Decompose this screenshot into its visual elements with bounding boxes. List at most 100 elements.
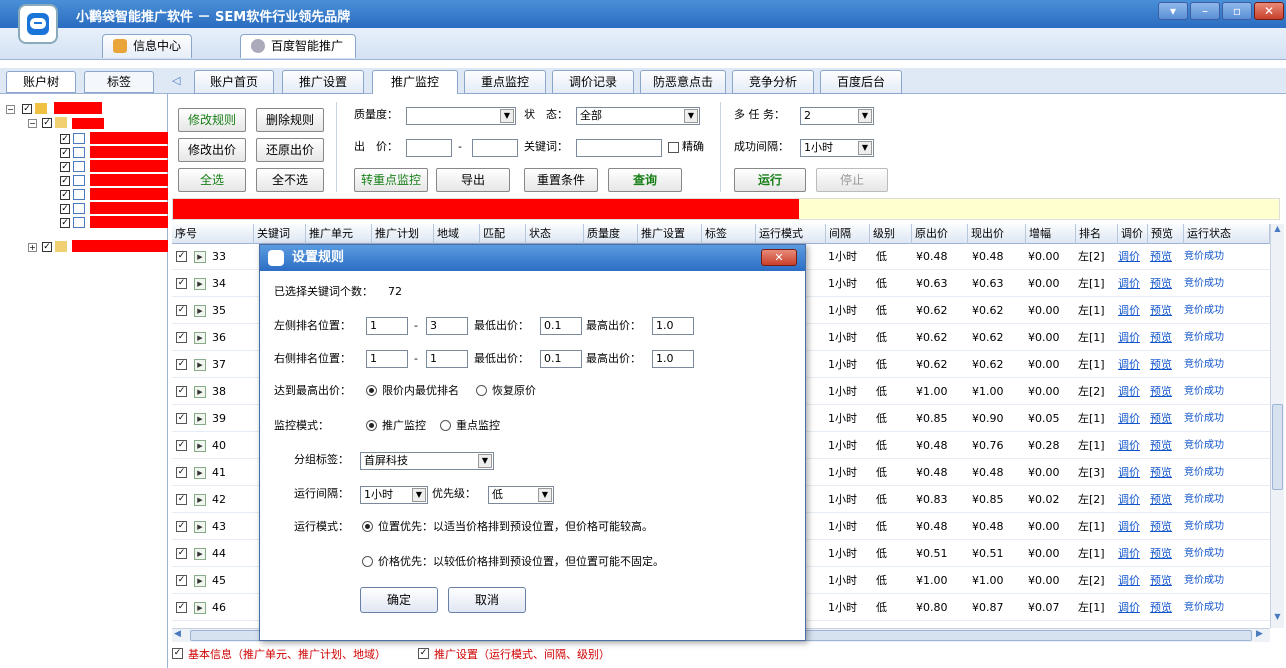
ok-button[interactable]: 确定 (360, 587, 438, 613)
scroll-left-icon[interactable]: ◀ (174, 629, 186, 642)
column-header[interactable]: 标签 (702, 224, 756, 244)
tree-checkbox[interactable]: ✓ (60, 162, 70, 172)
collapse-left-icon[interactable]: ◁ (172, 74, 184, 87)
tree-checkbox[interactable]: ✓ (60, 134, 70, 144)
adjust-link[interactable]: 调价 (1118, 244, 1140, 270)
preview-link[interactable]: 预览 (1150, 487, 1172, 513)
row-expand-icon[interactable]: ▶ (194, 413, 206, 425)
column-header[interactable]: 推广计划 (372, 224, 434, 244)
row-checkbox[interactable]: ✓ (176, 359, 187, 370)
row-expand-icon[interactable]: ▶ (194, 305, 206, 317)
tree-collapse-icon[interactable]: − (6, 105, 15, 114)
row-checkbox[interactable]: ✓ (176, 386, 187, 397)
modify-rule-button[interactable]: 修改规则 (178, 108, 246, 132)
maximize-icon[interactable]: ▫ (1222, 2, 1252, 20)
preview-link[interactable]: 预览 (1150, 298, 1172, 324)
select-none-button[interactable]: 全不选 (256, 168, 324, 192)
row-expand-icon[interactable]: ▶ (194, 359, 206, 371)
restore-bid-button[interactable]: 还原出价 (256, 138, 324, 162)
row-checkbox[interactable]: ✓ (176, 548, 187, 559)
row-checkbox[interactable]: ✓ (176, 602, 187, 613)
dialog-close-icon[interactable]: ✕ (761, 249, 797, 266)
preview-link[interactable]: 预览 (1150, 433, 1172, 459)
to-key-monitor-button[interactable]: 转重点监控 (354, 168, 428, 192)
column-header[interactable]: 质量度 (584, 224, 638, 244)
row-expand-icon[interactable]: ▶ (194, 494, 206, 506)
preview-link[interactable]: 预览 (1150, 271, 1172, 297)
scroll-thumb[interactable] (1272, 404, 1283, 490)
cancel-button[interactable]: 取消 (448, 587, 526, 613)
row-checkbox[interactable]: ✓ (176, 521, 187, 532)
vertical-scrollbar[interactable]: ▲ ▼ (1270, 224, 1284, 628)
row-expand-icon[interactable]: ▶ (194, 440, 206, 452)
price-min-input[interactable] (406, 139, 452, 157)
tab-anti-fraud[interactable]: 防恶意点击 (640, 70, 726, 94)
scroll-up-icon[interactable]: ▲ (1271, 224, 1284, 238)
menu-dropdown-icon[interactable]: ▾ (1158, 2, 1188, 20)
mode-position-radio[interactable] (362, 521, 373, 532)
preview-link[interactable]: 预览 (1150, 379, 1172, 405)
right-min-bid-input[interactable]: 0.1 (540, 350, 582, 368)
tab-bid-records[interactable]: 调价记录 (552, 70, 634, 94)
tab-account-home[interactable]: 账户首页 (194, 70, 274, 94)
preview-link[interactable]: 预览 (1150, 244, 1172, 270)
column-header[interactable]: 级别 (870, 224, 912, 244)
row-checkbox[interactable]: ✓ (176, 332, 187, 343)
left-rank-to-input[interactable]: 3 (426, 317, 468, 335)
tree-checkbox[interactable]: ✓ (60, 190, 70, 200)
tab-account-tree[interactable]: 账户树 (6, 71, 76, 93)
stop-button[interactable]: 停止 (816, 168, 888, 192)
tab-baidu-smart[interactable]: 百度智能推广 (240, 34, 356, 58)
tab-key-monitor[interactable]: 重点监控 (464, 70, 546, 94)
row-checkbox[interactable]: ✓ (176, 467, 187, 478)
left-max-bid-input[interactable]: 1.0 (652, 317, 694, 335)
preview-link[interactable]: 预览 (1150, 568, 1172, 594)
query-button[interactable]: 查询 (608, 168, 682, 192)
adjust-link[interactable]: 调价 (1118, 406, 1140, 432)
row-expand-icon[interactable]: ▶ (194, 521, 206, 533)
row-checkbox[interactable]: ✓ (176, 305, 187, 316)
monitor-key-radio[interactable] (440, 420, 451, 431)
column-header[interactable]: 序号 (172, 224, 254, 244)
adjust-link[interactable]: 调价 (1118, 568, 1140, 594)
adjust-link[interactable]: 调价 (1118, 487, 1140, 513)
preview-link[interactable]: 预览 (1150, 406, 1172, 432)
basic-info-checkbox[interactable]: ✓ (172, 648, 183, 659)
row-expand-icon[interactable]: ▶ (194, 575, 206, 587)
reach-restore-radio[interactable] (476, 385, 487, 396)
column-header[interactable]: 预览 (1148, 224, 1184, 244)
tab-tags[interactable]: 标签 (84, 71, 154, 93)
row-checkbox[interactable]: ✓ (176, 494, 187, 505)
left-min-bid-input[interactable]: 0.1 (540, 317, 582, 335)
row-checkbox[interactable]: ✓ (176, 251, 187, 262)
scroll-right-icon[interactable]: ▶ (1256, 629, 1268, 642)
adjust-link[interactable]: 调价 (1118, 352, 1140, 378)
multitask-select[interactable]: 2 ▼ (800, 107, 874, 125)
row-expand-icon[interactable]: ▶ (194, 251, 206, 263)
select-all-button[interactable]: 全选 (178, 168, 246, 192)
column-header[interactable]: 运行状态 (1184, 224, 1270, 244)
column-header[interactable]: 匹配 (480, 224, 526, 244)
adjust-link[interactable]: 调价 (1118, 379, 1140, 405)
right-rank-to-input[interactable]: 1 (426, 350, 468, 368)
keyword-input[interactable] (576, 139, 662, 157)
column-header[interactable]: 间隔 (826, 224, 870, 244)
column-header[interactable]: 推广设置 (638, 224, 702, 244)
row-checkbox[interactable]: ✓ (176, 575, 187, 586)
column-header[interactable]: 推广单元 (306, 224, 372, 244)
price-max-input[interactable] (472, 139, 518, 157)
tab-competition[interactable]: 竞争分析 (732, 70, 814, 94)
export-button[interactable]: 导出 (436, 168, 510, 192)
tab-promo-monitor[interactable]: 推广监控 (372, 70, 458, 95)
delete-rule-button[interactable]: 删除规则 (256, 108, 324, 132)
tab-info-center[interactable]: 信息中心 (102, 34, 192, 58)
row-expand-icon[interactable]: ▶ (194, 278, 206, 290)
column-header[interactable]: 原出价 (912, 224, 968, 244)
row-expand-icon[interactable]: ▶ (194, 332, 206, 344)
column-header[interactable]: 调价 (1118, 224, 1148, 244)
adjust-link[interactable]: 调价 (1118, 595, 1140, 621)
tree-collapse-icon[interactable]: − (28, 119, 37, 128)
exact-checkbox[interactable] (668, 142, 679, 153)
preview-link[interactable]: 预览 (1150, 325, 1172, 351)
adjust-link[interactable]: 调价 (1118, 325, 1140, 351)
